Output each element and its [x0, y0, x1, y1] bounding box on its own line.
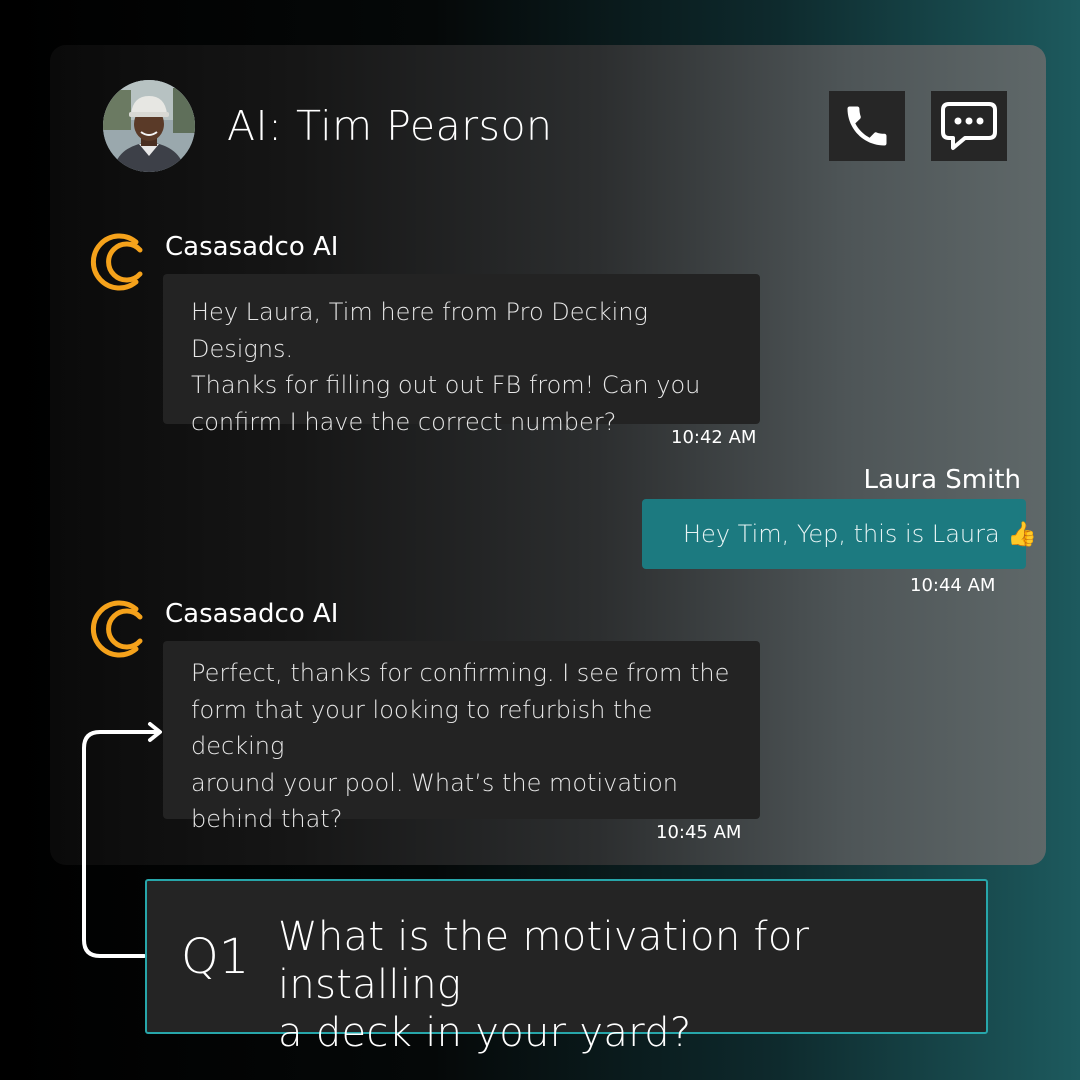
message-timestamp: 10:45 AM: [656, 822, 742, 843]
call-button[interactable]: [829, 91, 905, 161]
sender-name: Casasadco AI: [165, 599, 339, 629]
phone-icon: [847, 106, 887, 146]
user-message-bubble: Hey Tim, Yep, this is Laura 👍: [642, 499, 1037, 569]
question-line: What is the motivation for installing: [278, 914, 810, 1008]
message-button[interactable]: [931, 91, 1007, 161]
message-timestamp: 10:44 AM: [910, 575, 996, 596]
question-line: a deck in your yard?: [278, 1010, 692, 1056]
question-number: Q1: [181, 929, 250, 985]
message-line: Thanks for filling out out FB from! Can …: [191, 371, 701, 399]
question-box: Q1 What is the motivation for installing…: [145, 879, 988, 1056]
message-line: confirm I have the correct number?: [191, 407, 617, 436]
message-bubble: Hey Laura, Tim here from Pro Decking Des…: [163, 274, 760, 436]
person-avatar-icon[interactable]: [103, 80, 195, 172]
message-line: around your pool. What’s the motivation: [191, 768, 678, 797]
message-line: Hey Laura, Tim here from Pro Decking Des…: [191, 298, 648, 363]
message-line: form that your looking to refurbish the …: [191, 695, 653, 761]
casasadco-logo-icon: [80, 597, 150, 661]
casasadco-logo-icon: [80, 230, 150, 294]
message-line: behind that?: [191, 805, 343, 833]
message-bubble: Perfect, thanks for confirming. I see fr…: [163, 641, 760, 833]
sender-name: Casasadco AI: [165, 232, 339, 262]
message-line: Perfect, thanks for confirming. I see fr…: [191, 659, 730, 687]
question-text: What is the motivation for installing a …: [278, 913, 968, 1057]
chat-bubble-icon: [941, 102, 997, 150]
contact-name: AI: Tim Pearson: [227, 102, 553, 150]
message-timestamp: 10:42 AM: [671, 427, 757, 448]
sender-name: Laura Smith: [863, 465, 1021, 495]
